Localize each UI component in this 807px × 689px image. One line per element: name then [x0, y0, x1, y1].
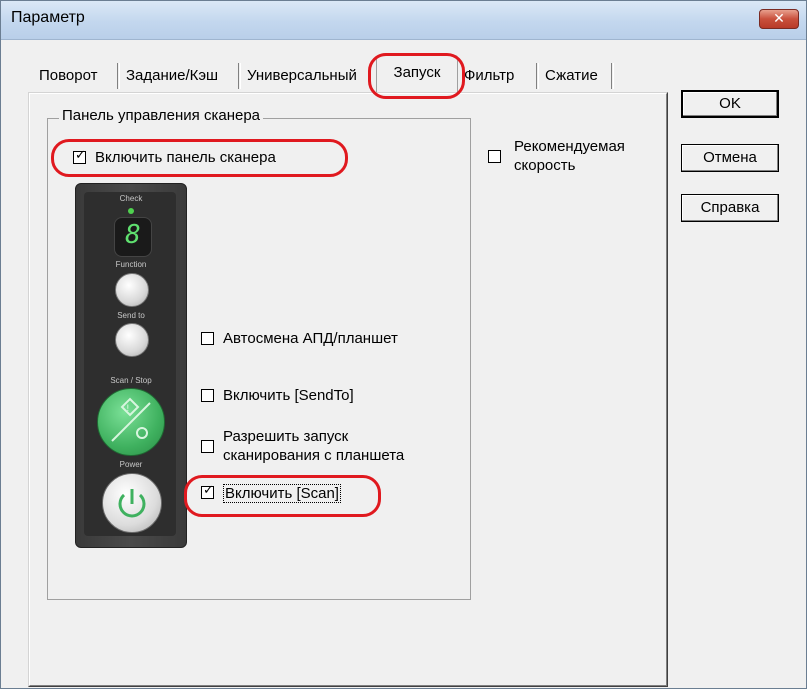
function-label: Function — [115, 260, 147, 269]
tab-rotation[interactable]: Поворот — [35, 63, 102, 89]
tab-filter[interactable]: Фильтр — [460, 63, 518, 89]
power-symbol-icon — [118, 489, 146, 518]
help-button[interactable]: Справка — [681, 194, 779, 222]
function-digit: 8 — [125, 220, 141, 250]
ok-button[interactable]: OK — [681, 90, 779, 118]
function-display: 8 — [114, 217, 152, 257]
close-button[interactable]: ✕ — [759, 9, 799, 29]
tab-divider — [611, 63, 614, 89]
highlight-launch-tab — [368, 53, 465, 99]
allow-flatbed-checkbox[interactable] — [201, 440, 214, 453]
power-label: Power — [119, 460, 143, 469]
highlight-enable-scan — [184, 475, 381, 517]
tab-divider — [117, 63, 120, 89]
recommended-speed-label-line2[interactable]: скорость — [514, 157, 575, 174]
groupbox-title: Панель управления сканера — [59, 107, 264, 124]
allow-flatbed-label-line2[interactable]: сканирования с планшета — [223, 447, 404, 464]
allow-flatbed-label-line1[interactable]: Разрешить запуск — [223, 428, 348, 445]
recommended-speed-label-line1[interactable]: Рекомендуемая — [514, 138, 625, 155]
enable-sendto-checkbox[interactable] — [201, 389, 214, 402]
close-icon: ✕ — [773, 11, 785, 27]
title-bar: Параметр ✕ — [1, 1, 806, 40]
auto-switch-label[interactable]: Автосмена АПД/планшет — [223, 330, 398, 347]
svg-text:!: ! — [126, 404, 130, 414]
sendto-label: Send to — [117, 311, 145, 320]
sendto-button-icon — [115, 323, 149, 357]
scanstop-label: Scan / Stop — [110, 376, 152, 385]
recommended-speed-checkbox[interactable] — [488, 150, 501, 163]
check-led-icon — [128, 208, 134, 214]
scanner-panel-image: Check 8 Function Send to Scan / Stop ! P… — [75, 183, 187, 548]
cancel-button[interactable]: Отмена — [681, 144, 779, 172]
power-button-icon — [102, 473, 162, 533]
tab-job-cache[interactable]: Задание/Кэш — [122, 63, 222, 89]
tab-universal[interactable]: Универсальный — [243, 63, 361, 89]
tab-divider — [536, 63, 539, 89]
tab-compression[interactable]: Сжатие — [541, 63, 602, 89]
window-title: Параметр — [11, 9, 85, 26]
options-dialog: Параметр ✕ Поворот Задание/Кэш Универсал… — [0, 0, 807, 689]
function-button-icon — [115, 273, 149, 307]
scan-stop-button-icon: ! — [97, 388, 165, 456]
enable-sendto-label[interactable]: Включить [SendTo] — [223, 387, 354, 404]
auto-switch-checkbox[interactable] — [201, 332, 214, 345]
scan-stop-symbol-icon: ! — [111, 397, 151, 442]
check-label: Check — [119, 194, 143, 203]
highlight-enable-panel — [51, 139, 348, 177]
tab-divider — [238, 63, 241, 89]
